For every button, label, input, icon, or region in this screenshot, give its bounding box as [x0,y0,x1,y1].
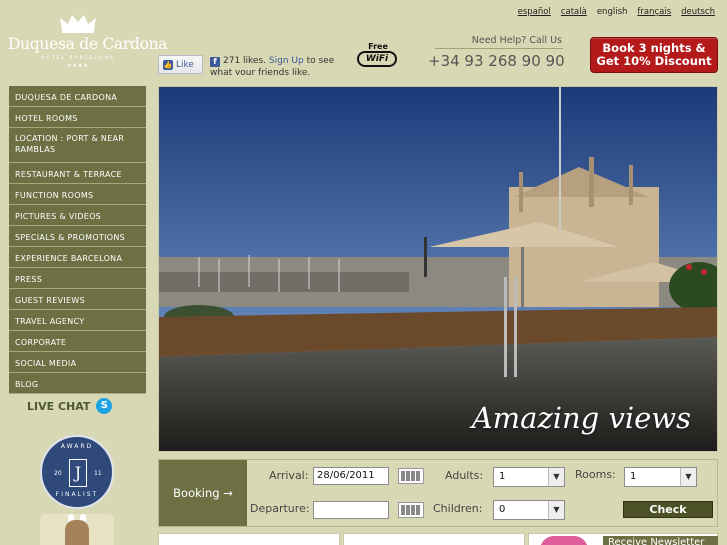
departure-label: Departure: [250,502,310,515]
like-label: Like [176,59,194,70]
help-phone[interactable]: +34 93 268 90 90 [428,52,565,70]
live-chat-label: LIVE CHAT [27,399,91,413]
nav-item-guest-reviews[interactable]: GUEST REVIEWS [9,289,146,310]
adults-label: Adults: [445,469,484,482]
booking-form: Booking → Arrival: 28/06/2011 Departure:… [158,459,718,527]
adults-value: 1 [499,471,506,482]
award-top-text: AWARD [60,443,94,450]
rabbit-badge[interactable] [40,514,114,545]
help-divider [435,48,563,49]
arrival-date-input[interactable]: 28/06/2011 [313,467,389,485]
nav-item-function-rooms[interactable]: FUNCTION ROOMS [9,184,146,205]
arrival-calendar-icon[interactable] [398,468,424,484]
bottom-panel-1 [158,533,340,545]
facebook-icon: f [210,57,220,67]
nav-item-experience[interactable]: EXPERIENCE BARCELONA [9,247,146,268]
logo-stars: ★★★★ [67,63,89,69]
main-nav: DUQUESA DE CARDONA HOTEL ROOMS LOCATION … [9,86,146,394]
departure-date-input[interactable] [313,501,389,519]
logo-subtitle: HOTEL BARCELONA [41,56,115,61]
wifi-icon: WiFi [357,51,397,67]
logo-brand: Duquesa de Cardona [8,35,168,53]
nav-item-hotel-rooms[interactable]: HOTEL ROOMS [9,107,146,128]
check-availability-button[interactable]: Check [623,501,713,518]
language-bar: español català english français deutsch [518,7,715,17]
thumbs-up-icon: 👍 [163,59,173,70]
facebook-like-text: f 271 likes. Sign Up to see what your fri… [210,55,345,75]
award-bottom-text: FINALIST [55,491,99,498]
departure-calendar-icon[interactable] [398,502,424,518]
nav-item-blog[interactable]: BLOG [9,373,146,394]
children-label: Children: [433,502,483,515]
wifi-free-label: Free [368,42,388,51]
nav-item-duquesa[interactable]: DUQUESA DE CARDONA [9,86,146,107]
award-year-left: 20 [54,470,62,477]
nav-item-restaurant[interactable]: RESTAURANT & TERRACE [9,163,146,184]
award-letter: J [69,459,87,487]
nav-item-corporate[interactable]: CORPORATE [9,331,146,352]
rabbit-icon [65,520,89,545]
newsletter-icon [540,536,588,545]
nav-item-location[interactable]: LOCATION : PORT & NEAR RAMBLAS [9,128,146,163]
nav-item-specials[interactable]: SPECIALS & PROMOTIONS [9,226,146,247]
rooms-value: 1 [630,471,637,482]
nav-item-travel-agency[interactable]: TRAVEL AGENCY [9,310,146,331]
award-badge[interactable]: AWARD 20 J 11 FINALIST [40,435,114,509]
hotel-logo[interactable]: Duquesa de Cardona HOTEL BARCELONA ★★★★ [8,12,168,70]
bottom-panel-2 [343,533,525,545]
lang-espanol[interactable]: español [518,7,551,17]
adults-select[interactable]: 1 ▼ [493,467,565,487]
rooms-label: Rooms: [575,468,616,481]
chevron-down-icon: ▼ [680,468,696,486]
booking-button[interactable]: Booking → [159,460,247,526]
wifi-badge: Free WiFi [357,42,399,70]
children-select[interactable]: 0 ▼ [493,500,565,520]
crown-icon [60,15,96,33]
arrival-label: Arrival: [269,469,309,482]
hero-caption: Amazing views [471,401,691,435]
newsletter-label[interactable]: Receive Newsletter [603,536,718,545]
nav-item-press[interactable]: PRESS [9,268,146,289]
skype-icon: S [96,398,113,414]
lang-catala[interactable]: català [561,7,587,17]
facebook-like-button[interactable]: 👍 Like [158,55,203,74]
nav-item-social-media[interactable]: SOCIAL MEDIA [9,352,146,373]
award-year-right: 11 [94,470,102,477]
children-value: 0 [499,504,506,515]
help-label: Need Help? Call Us [471,35,562,46]
lang-francais[interactable]: français [637,7,671,17]
nav-item-pictures[interactable]: PICTURES & VIDEOS [9,205,146,226]
chevron-down-icon: ▼ [548,468,564,486]
promo-discount-button[interactable]: Book 3 nights & Get 10% Discount [590,37,718,73]
live-chat-link[interactable]: LIVE CHAT S [27,398,113,414]
like-count: 271 likes. [223,56,267,66]
promo-line-2: Get 10% Discount [596,54,712,68]
hero-image: Amazing views [158,86,718,452]
rooftop-terrace-photo [159,87,717,451]
lang-deutsch[interactable]: deutsch [681,7,715,17]
rooms-select[interactable]: 1 ▼ [624,467,697,487]
chevron-down-icon: ▼ [548,501,564,519]
facebook-signup-link[interactable]: Sign Up [269,56,304,66]
lang-english[interactable]: english [597,7,628,17]
